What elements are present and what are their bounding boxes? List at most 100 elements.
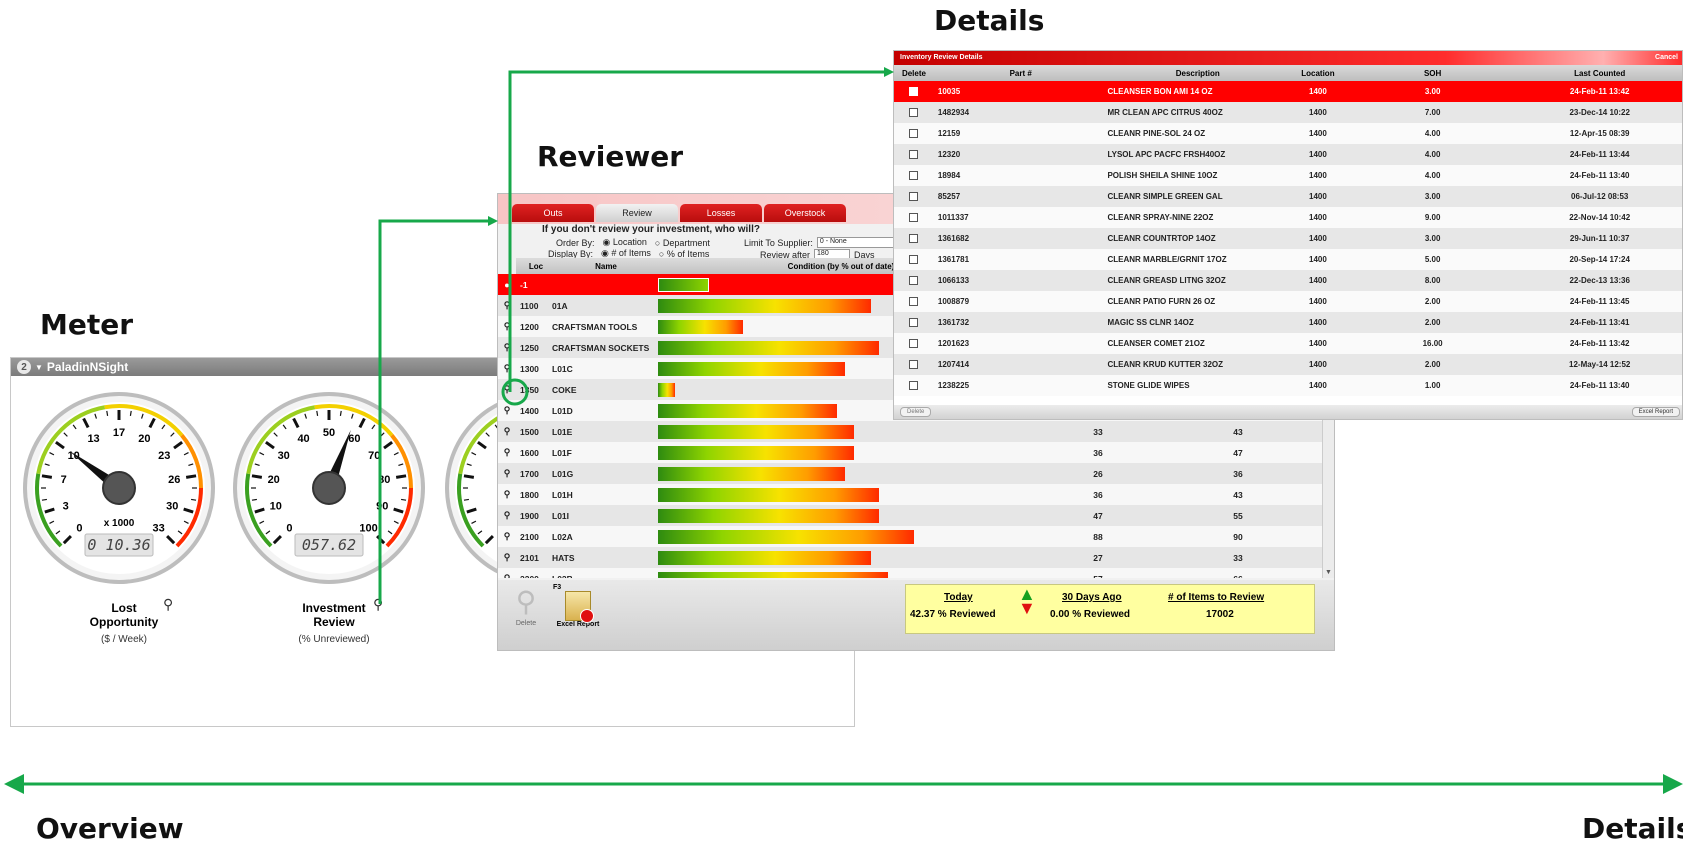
cell-value-a: 88	[1093, 531, 1103, 542]
collapse-arrow-icon[interactable]: ▼	[35, 363, 43, 372]
display-by-percent-radio[interactable]: ○ % of Items	[659, 249, 709, 259]
row-search-icon[interactable]: ⚲	[498, 405, 516, 416]
cell-soh: 7.00	[1424, 108, 1441, 117]
excel-report-button[interactable]: F3 Excel Report	[553, 584, 603, 642]
table-row[interactable]: 12159 CLEANR PINE-SOL 24 OZ 1400 4.00 12-Apr…	[894, 123, 1682, 144]
table-row[interactable]: 85257 CLEANR SIMPLE GREEN GAL 1400 3.00 06-J…	[894, 186, 1682, 207]
order-by-location-radio[interactable]: ◉ Location	[603, 237, 647, 248]
delete-checkbox[interactable]	[909, 255, 919, 264]
table-row[interactable]: ⚲2200L02B 5766	[498, 568, 1323, 578]
cell-last-counted: 24-Feb-11 13:40	[1569, 171, 1630, 180]
delete-checkbox[interactable]	[909, 381, 919, 390]
table-row[interactable]: ⚲ 1700 L01G 26 36	[498, 463, 1323, 484]
col-name[interactable]: Name	[556, 262, 656, 271]
row-search-icon[interactable]: ⚲	[498, 510, 516, 521]
tab-losses[interactable]: Losses	[680, 204, 762, 222]
row-search-icon[interactable]: ⚲	[498, 363, 516, 374]
delete-checkbox[interactable]	[909, 108, 919, 117]
table-row[interactable]: ⚲ 1500 L01E 33 43	[498, 421, 1323, 442]
details-footer: Delete Excel Report	[894, 405, 1682, 419]
gauge-scale: x 1000	[104, 518, 135, 529]
row-search-icon[interactable]: ⚲	[498, 552, 516, 563]
table-row[interactable]: 1361682 CLEANR COUNTRTOP 14OZ 1400 3.00 29-J…	[894, 228, 1682, 249]
table-row[interactable]: ⚲ 1600 L01F 36 47	[498, 442, 1323, 463]
table-row[interactable]: 1361781 CLEANR MARBLE/GRNIT 17OZ 1400 5.00 2…	[894, 249, 1682, 270]
delete-checkbox[interactable]	[909, 171, 919, 180]
row-search-icon[interactable]: ⚲	[498, 342, 516, 353]
col-part[interactable]: Part #	[934, 69, 1104, 78]
table-row[interactable]: 1008879 CLEANR PATIO FURN 26 OZ 1400 2.00 24…	[894, 291, 1682, 312]
table-row[interactable]: 12320 LYSOL APC PACFC FRSH40OZ 1400 4.00 24-…	[894, 144, 1682, 165]
delete-checkbox[interactable]	[909, 234, 919, 243]
delete-checkbox[interactable]	[909, 339, 919, 348]
details-excel-button[interactable]: Excel Report	[1631, 407, 1680, 417]
delete-checkbox[interactable]	[909, 129, 919, 138]
cell-description: CLEANR PINE-SOL 24 OZ	[1107, 129, 1206, 138]
gauge-investment-review[interactable]: 0 10 20 30 40 50 60 70 80 90 100 057.62	[229, 388, 429, 588]
table-row[interactable]: 1207414 CLEANR KRUD KUTTER 32OZ 1400 2.00 12…	[894, 354, 1682, 375]
gauge-third[interactable]: 112	[441, 388, 501, 588]
table-row[interactable]: 1482934 MR CLEAN APC CITRUS 40OZ 1400 7.00 2…	[894, 102, 1682, 123]
col-last-counted[interactable]: Last Counted	[1517, 69, 1682, 78]
row-search-icon[interactable]: ⚲	[498, 531, 516, 542]
table-row[interactable]: 1201623 CLEANSER COMET 21OZ 1400 16.00 24-Fe…	[894, 333, 1682, 354]
row-search-icon[interactable]: ⚲	[498, 573, 516, 578]
col-delete[interactable]: Delete	[894, 69, 934, 78]
limit-supplier-select[interactable]: 0 - None	[816, 237, 903, 248]
delete-checkbox[interactable]	[909, 150, 919, 159]
items-to-review-label: # of Items to Review	[1168, 592, 1265, 603]
table-row[interactable]: ⚲ 2101 HATS 27 33	[498, 547, 1323, 568]
col-soh[interactable]: SOH	[1348, 69, 1518, 78]
cell-name: COKE	[552, 384, 577, 395]
cell-condition	[658, 571, 1008, 578]
delete-checkbox[interactable]	[909, 360, 919, 369]
meter-title: PaladinNSight	[46, 360, 129, 374]
row-search-icon[interactable]: ●	[498, 280, 516, 290]
row-search-icon[interactable]: ⚲	[498, 321, 516, 332]
delete-checkbox[interactable]	[909, 192, 919, 201]
cell-last-counted: 12-May-14 12:52	[1569, 360, 1631, 369]
delete-checkbox[interactable]	[909, 213, 919, 222]
tab-overstock[interactable]: Overstock	[764, 204, 846, 222]
delete-checkbox[interactable]	[909, 276, 919, 285]
cell-value-b: 90	[1233, 531, 1243, 542]
col-location[interactable]: Location	[1288, 69, 1348, 78]
details-delete-button[interactable]: Delete	[900, 407, 932, 417]
delete-checkbox[interactable]	[909, 297, 919, 306]
row-search-icon[interactable]: ⚲	[498, 468, 516, 479]
magnifier-icon[interactable]: ⚲	[373, 596, 383, 613]
delete-button[interactable]: ⚲ Delete	[506, 584, 546, 642]
row-search-icon[interactable]: ⚲	[498, 384, 516, 395]
order-by-department-radio[interactable]: ○ Department	[655, 238, 710, 248]
gauge-tick-label: 13	[87, 433, 99, 445]
table-row[interactable]: 10035 CLEANSER BON AMI 14 OZ 1400 3.00 24-Fe…	[894, 81, 1682, 102]
table-row[interactable]: 1011337 CLEANR SPRAY-NINE 22OZ 1400 9.00 22-…	[894, 207, 1682, 228]
table-row[interactable]: 1238225 STONE GLIDE WIPES 1400 1.00 24-Feb-1…	[894, 375, 1682, 396]
gauge-lost-opportunity[interactable]: 0 3 7 10 13 17 20 23 26 30 33 x 1000 0 10.36	[19, 388, 219, 588]
table-row[interactable]: 18984 POLISH SHEILA SHINE 10OZ 1400 4.00 24-…	[894, 165, 1682, 186]
cell-value-b: 66	[1188, 574, 1288, 579]
cell-condition	[658, 550, 1008, 565]
gauge-tick-label: 60	[348, 433, 360, 445]
tab-review[interactable]: Review	[596, 204, 678, 222]
table-row[interactable]: 1361732 MAGIC SS CLNR 14OZ 1400 2.00 24-Feb-…	[894, 312, 1682, 333]
row-search-icon[interactable]: ⚲	[498, 489, 516, 500]
details-cancel-button[interactable]: Cancel	[1655, 51, 1678, 65]
col-description[interactable]: Description	[1103, 69, 1288, 78]
magnifier-icon[interactable]: ⚲	[163, 596, 173, 613]
table-row[interactable]: ⚲ 2100 L02A 88 90	[498, 526, 1323, 547]
table-row[interactable]: ⚲ 1900 L01I 47 55	[498, 505, 1323, 526]
row-search-icon[interactable]: ⚲	[498, 300, 516, 311]
meter-badge[interactable]: 2	[17, 360, 31, 374]
row-search-icon[interactable]: ⚲	[498, 426, 516, 437]
row-search-icon[interactable]: ⚲	[498, 447, 516, 458]
col-loc[interactable]: Loc	[516, 262, 556, 271]
delete-checkbox[interactable]	[909, 87, 919, 96]
table-row[interactable]: ⚲ 1800 L01H 36 43	[498, 484, 1323, 505]
delete-checkbox[interactable]	[909, 318, 919, 327]
cell-last-counted: 23-Dec-14 10:22	[1569, 108, 1630, 117]
cell-name: L01E	[552, 426, 573, 437]
table-row[interactable]: 1066133 CLEANR GREASD LITNG 32OZ 1400 8.00 2…	[894, 270, 1682, 291]
condition-bar	[658, 550, 871, 565]
tab-outs[interactable]: Outs	[512, 204, 594, 222]
